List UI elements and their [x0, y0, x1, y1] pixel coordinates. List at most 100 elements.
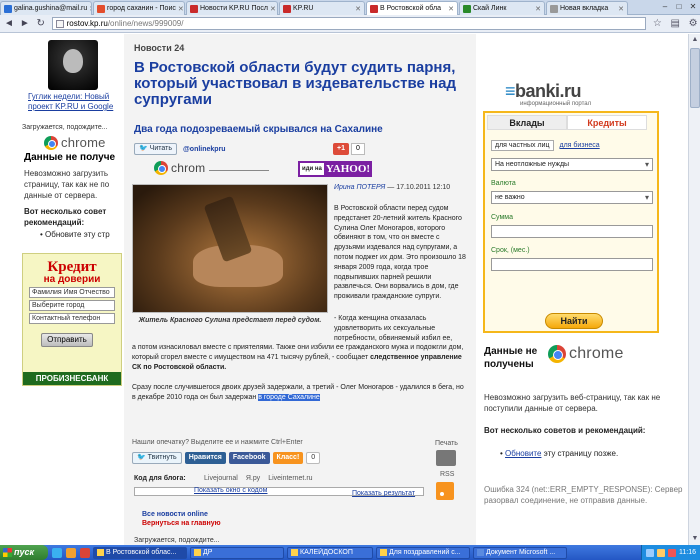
- close-icon[interactable]: ✕: [268, 5, 276, 13]
- article-paragraph: Сразу после случившегося двоих друзей за…: [132, 384, 464, 401]
- gplus-widget: +1 0: [333, 143, 365, 155]
- kp-icon: [370, 4, 378, 13]
- chrome-wordmark: chrome: [61, 135, 106, 150]
- chrome-ad[interactable]: chrom: [154, 161, 270, 175]
- browser-tab[interactable]: Скай Линк ✕: [459, 1, 545, 15]
- reload-icon[interactable]: ↻: [34, 17, 48, 31]
- reload-link[interactable]: Обновите: [505, 449, 541, 458]
- start-button[interactable]: пуск: [0, 545, 48, 560]
- volume-icon[interactable]: [657, 548, 665, 557]
- browser-tab[interactable]: Новости KP.RU Посл ✕: [186, 1, 278, 15]
- yahoo-ad[interactable]: иди на YAHOO!: [298, 161, 373, 177]
- tab-label: KP.RU: [293, 5, 314, 12]
- gplus-button[interactable]: +1: [333, 143, 349, 155]
- city-select[interactable]: Выберите город: [29, 300, 115, 311]
- network-icon[interactable]: [646, 548, 654, 557]
- taskbar-item[interactable]: Для поздравлений с...: [376, 546, 470, 559]
- tab-deposits[interactable]: Вклады: [487, 115, 567, 130]
- maximize-icon[interactable]: □: [672, 0, 686, 13]
- back-home-link[interactable]: Вернуться на главную: [142, 520, 221, 527]
- url-input[interactable]: rostov.kp.ru/online/news/999009/: [51, 17, 647, 30]
- wrench-icon[interactable]: ⚙: [686, 17, 700, 31]
- option-business[interactable]: для бизнеса: [560, 142, 600, 149]
- taskbar-item[interactable]: В Ростовской облас...: [93, 546, 187, 559]
- blog-option-livejournal[interactable]: Livejournal: [204, 475, 238, 482]
- name-field[interactable]: Фамилия Имя Отчество: [29, 287, 115, 298]
- like-button[interactable]: Нравится: [184, 452, 226, 464]
- banki-tagline: информационный портал: [520, 101, 592, 107]
- page-menu-icon[interactable]: ▤: [668, 17, 682, 31]
- close-icon[interactable]: ✕: [446, 5, 454, 13]
- twitter-user[interactable]: @onlinekpru: [183, 146, 226, 153]
- loading-text: Загружается, подождите...: [22, 124, 108, 131]
- back-icon[interactable]: ◄: [2, 17, 16, 31]
- left-column: Гуглик недели: Новый проект KP.RU и Goog…: [0, 34, 124, 545]
- folder-icon: [291, 549, 298, 556]
- browser-tab-active[interactable]: В Ростовской обла ✕: [366, 1, 458, 15]
- credit-subtitle: на доверии: [43, 274, 101, 285]
- currency-select[interactable]: не важно: [491, 191, 653, 204]
- author-link[interactable]: Ирина ПОТЕРЯ: [334, 184, 385, 191]
- banki-logo[interactable]: ≡banki.ru: [505, 81, 582, 102]
- promo-link[interactable]: Гуглик недели: Новый проект KP.RU и Goog…: [28, 92, 123, 112]
- close-window-icon[interactable]: ✕: [686, 0, 700, 13]
- option-private[interactable]: для частных лиц: [491, 140, 554, 151]
- close-icon[interactable]: ✕: [533, 5, 541, 13]
- find-button[interactable]: Найти: [545, 313, 603, 329]
- close-icon[interactable]: ✕: [616, 5, 624, 13]
- star-icon[interactable]: ☆: [650, 17, 664, 31]
- currency-label: Валюта: [491, 180, 516, 187]
- browser-tab-bar: galina.gushina@mail.ru✕ город саханин - …: [0, 0, 700, 15]
- share-buttons: 🐦 Твитнуть Нравится Facebook Класс! 0: [132, 452, 323, 464]
- scroll-thumb[interactable]: [690, 48, 700, 108]
- error-code: Ошибка 324 (net::ERR_EMPTY_RESPONSE): Се…: [484, 485, 683, 505]
- rss-icon[interactable]: [436, 482, 454, 500]
- forward-icon[interactable]: ►: [18, 17, 32, 31]
- taskbar-item[interactable]: ДР: [190, 546, 284, 559]
- promo-image[interactable]: [48, 40, 98, 90]
- blog-option-yaru[interactable]: Я.ру: [246, 475, 260, 482]
- purpose-select[interactable]: На неотложные нужды: [491, 158, 653, 171]
- page-icon: [55, 20, 64, 28]
- media-icon[interactable]: [66, 547, 76, 558]
- article-paragraph: В Ростовской области перед судом предста…: [334, 205, 466, 301]
- taskbar-item[interactable]: КАЛЕЙДОСКОП: [287, 546, 373, 559]
- all-news-link[interactable]: Все новости online: [142, 511, 208, 518]
- scroll-down-icon[interactable]: ▼: [690, 533, 700, 545]
- phone-field[interactable]: Контактный телефон: [29, 313, 115, 324]
- window-icon: [97, 549, 104, 556]
- typo-hint: Нашли опечатку? Выделите ее и нажмите Ct…: [132, 439, 303, 446]
- vertical-scrollbar[interactable]: ▲ ▼: [688, 34, 700, 545]
- taskbar-item[interactable]: Документ Microsoft ...: [473, 546, 567, 559]
- show-code-link[interactable]: Показать окно с кодом: [194, 487, 267, 494]
- tweet-button[interactable]: 🐦 Твитнуть: [132, 452, 182, 464]
- browser-tab[interactable]: город саханин - Поис ✕: [93, 1, 185, 15]
- facebook-button[interactable]: Facebook: [228, 452, 270, 464]
- browser-tab[interactable]: galina.gushina@mail.ru✕: [0, 1, 92, 15]
- antivirus-icon[interactable]: [668, 548, 676, 557]
- error-tip: • Обновите эту страницу позже.: [500, 449, 619, 458]
- close-icon[interactable]: ✕: [176, 5, 184, 13]
- send-button[interactable]: Отправить: [41, 333, 93, 347]
- sum-input[interactable]: [491, 225, 653, 238]
- chrome-wordmark: chrome: [569, 345, 624, 362]
- article-paragraph: а потом изнасиловал вместе с приятелями.…: [132, 344, 464, 371]
- scroll-up-icon[interactable]: ▲: [690, 34, 700, 46]
- browser-tab[interactable]: KP.RU ✕: [279, 1, 365, 15]
- close-icon[interactable]: ✕: [87, 5, 91, 13]
- section-kicker[interactable]: Новости 24: [134, 43, 184, 53]
- printer-icon[interactable]: [436, 450, 456, 466]
- term-input[interactable]: [491, 258, 653, 271]
- main-column: Новости 24 В Ростовской области будут су…: [124, 34, 476, 545]
- chrome-quicklaunch-icon[interactable]: [80, 547, 90, 558]
- show-result-link[interactable]: Показать результат: [352, 490, 415, 497]
- error-tips-heading: Вот несколько советов и рекомендаций:: [484, 426, 646, 435]
- browser-tab[interactable]: Новая вкладка ✕: [546, 1, 628, 15]
- minimize-icon[interactable]: –: [658, 0, 672, 13]
- tab-credits[interactable]: Кредиты: [567, 115, 647, 130]
- blog-option-liveinternet[interactable]: Liveinternet.ru: [268, 475, 312, 482]
- ie-icon[interactable]: [52, 547, 62, 558]
- close-icon[interactable]: ✕: [353, 5, 361, 13]
- odnoklassniki-button[interactable]: Класс!: [272, 452, 304, 464]
- twitter-read-button[interactable]: 🐦 Читать: [134, 143, 177, 155]
